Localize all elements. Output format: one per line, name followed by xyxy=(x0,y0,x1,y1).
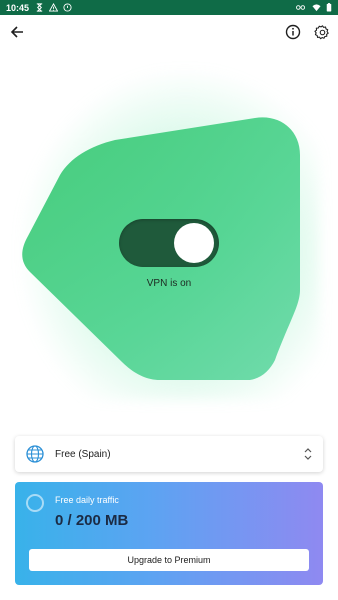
warning-icon xyxy=(49,3,59,12)
status-left-icons xyxy=(35,3,72,12)
gear-icon xyxy=(313,24,329,39)
vpn-hero: VPN is on xyxy=(0,40,338,430)
location-label: Free (Spain) xyxy=(55,448,111,460)
traffic-progress-ring xyxy=(26,494,44,512)
hourglass-icon xyxy=(36,3,43,12)
vpn-status-text: VPN is on xyxy=(146,278,192,289)
location-selector[interactable]: Free (Spain) xyxy=(15,436,323,472)
shield-icon xyxy=(63,3,72,12)
traffic-value: 0 / 200 MB xyxy=(55,512,129,529)
unfold-chevron-icon xyxy=(304,448,312,460)
info-icon xyxy=(285,24,301,40)
vpn-key-icon xyxy=(296,5,306,10)
traffic-card: Free daily traffic 0 / 200 MB Upgrade to… xyxy=(15,482,323,585)
vpn-toggle-knob xyxy=(174,223,214,263)
wifi-icon xyxy=(312,4,321,12)
vpn-toggle[interactable] xyxy=(119,219,219,267)
battery-icon xyxy=(326,3,332,12)
status-bar: 10:45 xyxy=(0,0,338,15)
upgrade-button[interactable]: Upgrade to Premium xyxy=(29,549,309,571)
status-right-icons xyxy=(295,3,332,12)
globe-icon xyxy=(26,445,44,463)
status-time: 10:45 xyxy=(6,2,30,13)
traffic-title: Free daily traffic xyxy=(55,495,119,505)
arrow-back-icon xyxy=(10,26,23,38)
